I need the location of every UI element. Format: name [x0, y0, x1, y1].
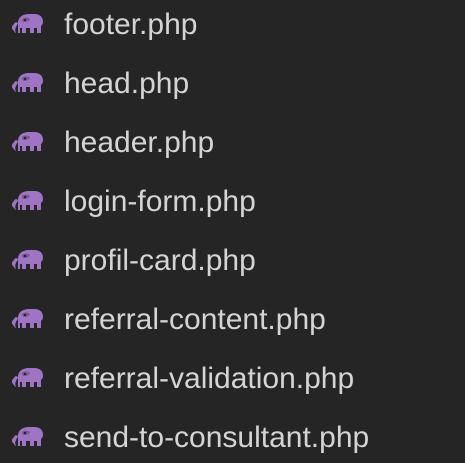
php-elephant-icon — [12, 248, 46, 274]
php-elephant-icon — [12, 12, 46, 38]
file-item-profil-card-php[interactable]: profil-card.php — [0, 236, 465, 286]
php-elephant-icon — [12, 130, 46, 156]
php-elephant-icon — [12, 189, 46, 215]
file-name: footer.php — [64, 8, 198, 41]
file-name: header.php — [64, 126, 215, 159]
php-elephant-icon — [12, 71, 46, 97]
file-name: profil-card.php — [64, 244, 256, 277]
file-item-header-php[interactable]: header.php — [0, 118, 465, 168]
file-item-referral-content-php[interactable]: referral-content.php — [0, 295, 465, 345]
file-explorer: footer.php head.php header.php login-for… — [0, 0, 465, 454]
file-item-send-to-consultant-php[interactable]: send-to-consultant.php — [0, 413, 465, 463]
file-item-login-form-php[interactable]: login-form.php — [0, 177, 465, 227]
file-item-referral-validation-php[interactable]: referral-validation.php — [0, 354, 465, 404]
file-name: login-form.php — [64, 185, 256, 218]
php-elephant-icon — [12, 425, 46, 451]
file-name: send-to-consultant.php — [64, 421, 370, 454]
file-list: footer.php head.php header.php login-for… — [0, 0, 465, 454]
file-item-head-php[interactable]: head.php — [0, 59, 465, 109]
php-elephant-icon — [12, 307, 46, 333]
php-elephant-icon — [12, 366, 46, 392]
file-name: referral-validation.php — [64, 362, 355, 395]
file-name: head.php — [64, 67, 190, 100]
file-name: referral-content.php — [64, 303, 326, 336]
file-item-footer-php[interactable]: footer.php — [0, 0, 465, 50]
